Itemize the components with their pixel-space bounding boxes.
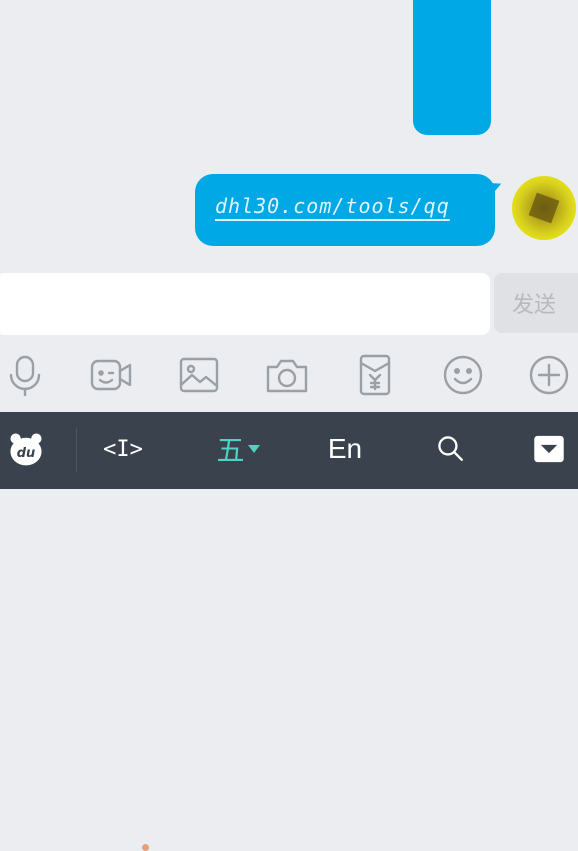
search-icon[interactable] xyxy=(428,426,474,472)
wubi-input-button[interactable]: 五 xyxy=(210,426,266,472)
dropdown-triangle-icon xyxy=(247,445,260,453)
image-icon[interactable] xyxy=(176,352,222,398)
avatar[interactable] xyxy=(512,176,576,240)
message-input[interactable] xyxy=(0,273,490,335)
avatar-pattern xyxy=(528,192,560,224)
emoji-icon[interactable] xyxy=(440,352,486,398)
camera-icon[interactable] xyxy=(264,352,310,398)
input-method-label: 五 xyxy=(216,434,245,467)
chat-area: dhl30.com/tools/qq xyxy=(0,0,578,270)
composer: 发送 xyxy=(0,270,578,336)
microphone-icon[interactable] xyxy=(2,352,48,398)
send-button[interactable]: 发送 xyxy=(494,273,578,333)
language-label: En xyxy=(327,433,363,464)
baidu-logo-icon[interactable]: du xyxy=(4,426,48,472)
message-link[interactable]: dhl30.com/tools/qq xyxy=(215,194,475,218)
cursor-move-icon[interactable]: <I> xyxy=(100,426,146,472)
cursor-label: <I> xyxy=(103,436,143,462)
message-bubble[interactable]: dhl30.com/tools/qq xyxy=(195,174,495,246)
english-toggle-button[interactable]: En xyxy=(322,426,368,472)
collapse-keyboard-icon[interactable] xyxy=(526,426,572,472)
notification-dot xyxy=(142,844,149,851)
baidu-logo-text: du xyxy=(17,446,35,461)
video-icon[interactable] xyxy=(88,352,134,398)
input-toolbar xyxy=(0,336,578,412)
toolbar-divider xyxy=(76,428,77,472)
keyboard-toolbar: du <I> 五 En xyxy=(0,412,578,851)
plus-icon[interactable] xyxy=(526,352,572,398)
previous-message-bubble[interactable] xyxy=(413,0,491,135)
red-packet-icon[interactable] xyxy=(352,352,398,398)
